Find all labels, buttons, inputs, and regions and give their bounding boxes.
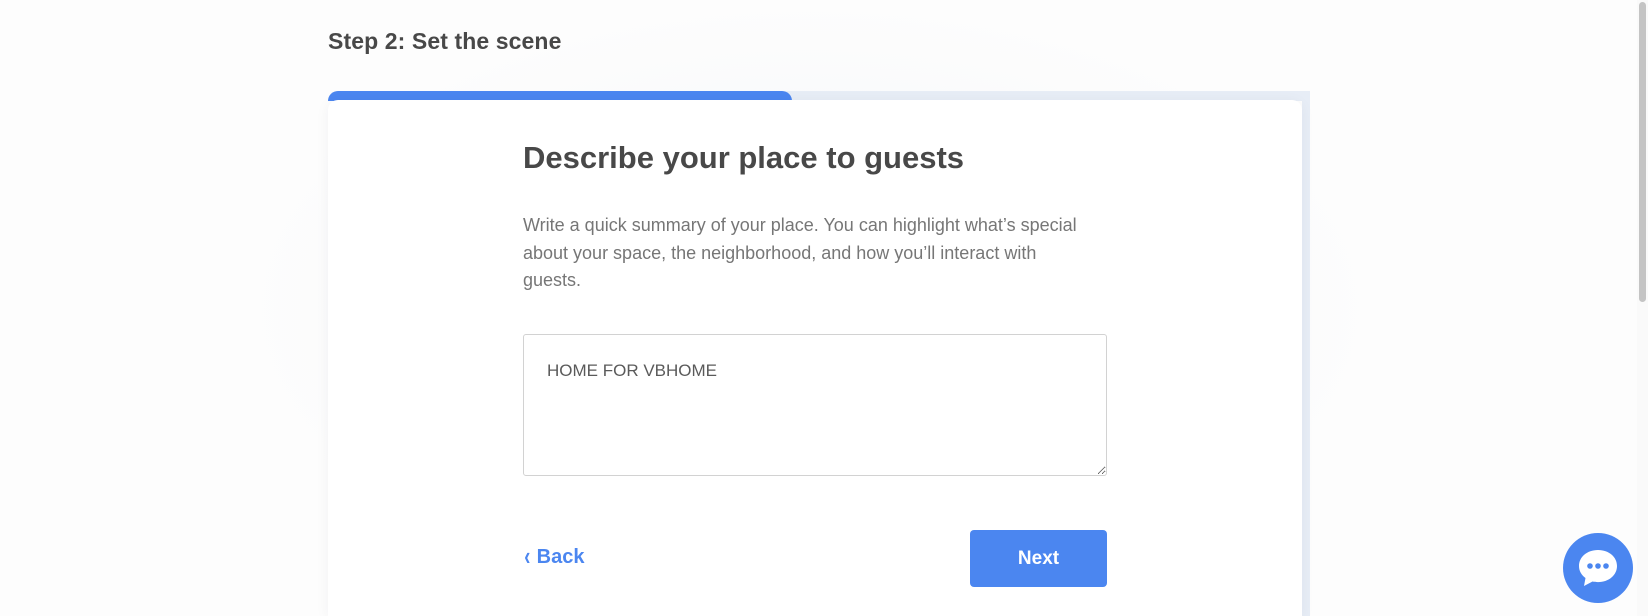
describe-place-card: Describe your place to guests Write a qu… bbox=[328, 100, 1302, 616]
scrollbar-thumb[interactable] bbox=[1639, 2, 1646, 302]
page-scrollbar[interactable] bbox=[1637, 0, 1648, 616]
step-title: Step 2: Set the scene bbox=[328, 28, 562, 54]
description-text: Write a quick summary of your place. You… bbox=[523, 215, 1077, 290]
next-button[interactable]: Next bbox=[970, 530, 1107, 587]
back-button-label: Back bbox=[536, 546, 585, 568]
back-button[interactable]: ‹ Back bbox=[523, 541, 585, 571]
card-side-edge bbox=[1302, 91, 1310, 616]
chevron-left-icon: ‹ bbox=[524, 541, 531, 571]
chat-button[interactable] bbox=[1563, 533, 1633, 603]
page: Step 2: Set the scene Describe your plac… bbox=[0, 0, 1648, 616]
summary-textarea[interactable] bbox=[523, 334, 1107, 476]
chat-bubble-icon bbox=[1579, 550, 1617, 586]
page-heading: Describe your place to guests bbox=[523, 140, 965, 175]
